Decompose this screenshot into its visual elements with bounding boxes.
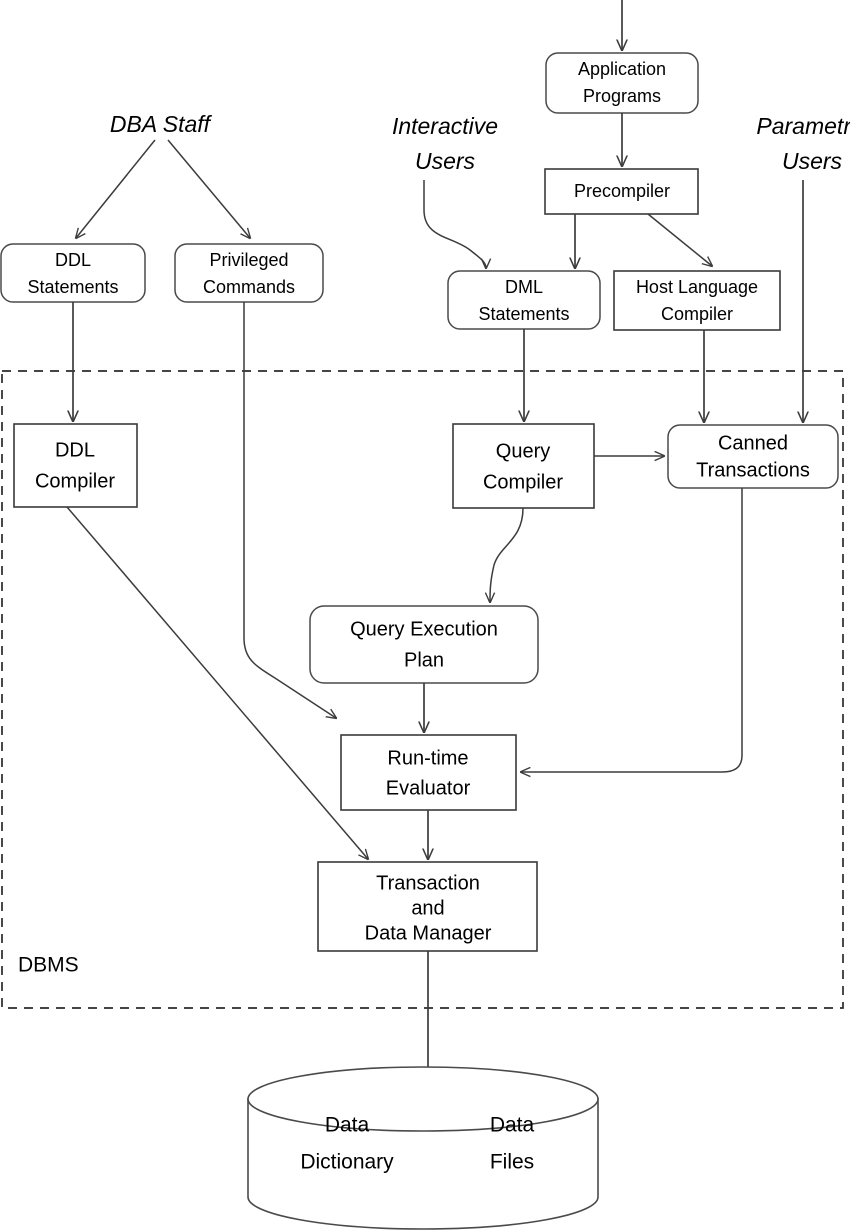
node-transaction-and-data-manager-line3: Data Manager	[365, 922, 492, 944]
node-host-language-compiler-line2: Compiler	[661, 304, 733, 324]
flow-dba-staff-to-ddl-statements	[76, 139, 156, 238]
node-transaction-and-data-manager-line2: and	[411, 897, 444, 919]
flow-canned-transactions-to-run-time-evaluator	[521, 488, 743, 772]
node-application-programs-line1: Application	[578, 59, 666, 79]
node-run-time-evaluator-line2: Evaluator	[386, 777, 471, 799]
node-ddl-compiler-line1: DDL	[55, 439, 95, 461]
node-privileged-commands-line2: Commands	[203, 277, 295, 297]
actor-label-interactive-users-line2: Users	[415, 148, 476, 174]
node-query-compiler	[452, 423, 595, 509]
node-run-time-evaluator-line1: Run-time	[387, 747, 468, 769]
node-ddl-compiler-line2: Compiler	[35, 470, 115, 492]
node-canned-transactions-line2: Transactions	[696, 459, 810, 481]
node-query-compiler-line2: Compiler	[483, 471, 563, 493]
datastore-label-data-dictionary-line1: Data	[325, 1114, 370, 1137]
node-ddl-statements-line2: Statements	[27, 277, 118, 297]
datastore-label-data-dictionary-line2: Dictionary	[300, 1151, 394, 1174]
actor-label-dba-staff: DBA Staff	[110, 111, 213, 137]
node-query-execution-plan-line2: Plan	[404, 649, 444, 671]
node-dml-statements-line1: DML	[505, 277, 543, 297]
datastore-label-data-files-line2: Files	[490, 1151, 534, 1174]
flow-precompiler-to-host-language-compiler	[647, 213, 712, 266]
actor-label-parametric-users-line1: Parametric	[756, 113, 850, 139]
actor-label-interactive-users-line1: Interactive	[392, 113, 498, 139]
node-application-programs-line2: Programs	[583, 86, 661, 106]
flow-interactive-users-to-dml-statements	[423, 180, 486, 268]
dbms-architecture-diagram: DBMS DBA Staff Interactive Users Paramet…	[0, 0, 850, 1230]
node-privileged-commands-line1: Privileged	[209, 250, 288, 270]
node-query-compiler-line1: Query	[496, 440, 550, 462]
node-query-execution-plan-line1: Query Execution	[350, 618, 498, 640]
node-ddl-compiler	[13, 423, 138, 508]
node-ddl-statements-line1: DDL	[55, 250, 91, 270]
dbms-region-label: DBMS	[18, 954, 79, 977]
node-transaction-and-data-manager-line1: Transaction	[376, 872, 480, 894]
node-database-cylinder	[247, 1066, 599, 1230]
node-precompiler-label: Precompiler	[574, 181, 670, 201]
actor-label-parametric-users-line2: Users	[782, 148, 843, 174]
node-canned-transactions-line1: Canned	[718, 432, 788, 454]
datastore-label-data-files-line1: Data	[490, 1114, 535, 1137]
flow-query-compiler-to-query-execution-plan	[490, 507, 524, 602]
node-host-language-compiler-line1: Host Language	[636, 277, 758, 297]
node-dml-statements-line2: Statements	[478, 304, 569, 324]
diagram-canvas: DBMS DBA Staff Interactive Users Paramet…	[0, 0, 850, 1230]
flow-dba-staff-to-privileged-commands	[167, 139, 250, 238]
